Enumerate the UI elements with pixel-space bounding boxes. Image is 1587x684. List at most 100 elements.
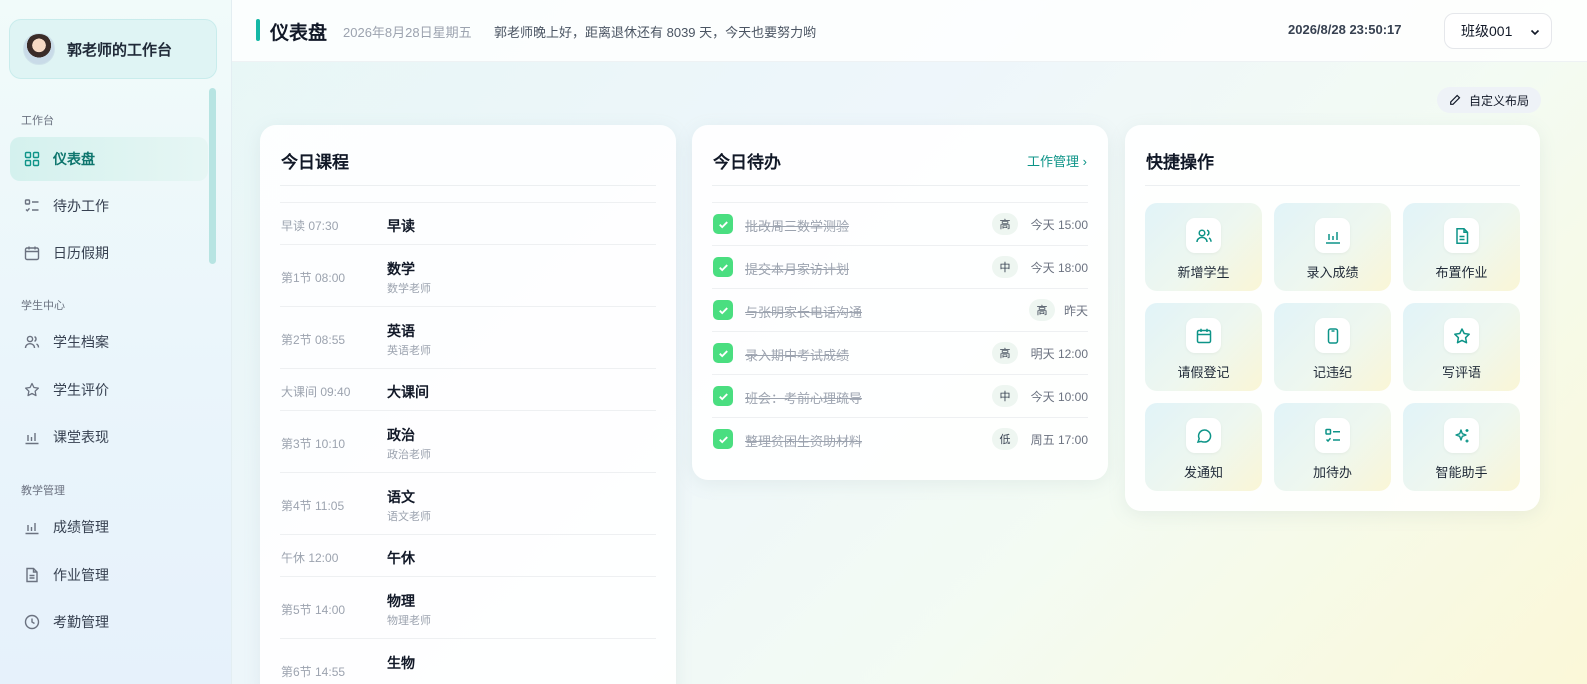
course-time: 第1节 08:00 (281, 271, 346, 285)
sidebar-item-label: 仪表盘 (53, 151, 95, 167)
calendar-icon (23, 244, 41, 262)
todo-item[interactable]: 录入期中考试成绩 高 明天 12:00 (712, 331, 1088, 374)
custom-layout-label: 自定义布局 (1469, 93, 1530, 108)
users-icon (23, 333, 41, 351)
course-time: 第3节 10:10 (281, 437, 346, 451)
sidebar-scrollbar[interactable] (209, 88, 216, 264)
sidebar-item-label: 课堂表现 (53, 429, 109, 445)
sidebar-item-todo[interactable]: 待办工作 (10, 184, 208, 228)
course-teacher: 语文老师 (387, 511, 431, 523)
course-time: 第5节 14:00 (281, 603, 346, 617)
todo-checkbox[interactable] (713, 429, 733, 449)
sidebar-item-calendar[interactable]: 日历假期 (10, 231, 208, 275)
todo-text: 与张明家长电话沟通 (745, 305, 863, 320)
sidebar-item-label: 成绩管理 (53, 519, 109, 535)
quick-action-ai-assistant[interactable]: 智能助手 (1403, 403, 1520, 491)
course-teacher: 英语老师 (387, 345, 431, 357)
sidebar-item-attendance[interactable]: 考勤管理 (10, 600, 208, 644)
todo-text: 整理贫困生资助材料 (745, 434, 863, 449)
nav-section-students: 学生中心 (21, 300, 65, 312)
bar-chart-icon (1315, 218, 1350, 253)
priority-badge: 高 (992, 342, 1018, 364)
course-row[interactable]: 第1节 08:00 数学 数学老师 (280, 244, 656, 306)
course-name: 语文 (387, 489, 415, 505)
todo-due: 明天 12:00 (1030, 347, 1088, 361)
quick-action-record-violation[interactable]: 记违纪 (1274, 303, 1391, 391)
todo-checkbox[interactable] (713, 257, 733, 277)
card-divider (1145, 185, 1520, 186)
quick-action-send-notice[interactable]: 发通知 (1145, 403, 1262, 491)
quick-actions-title: 快捷操作 (1146, 153, 1214, 172)
todo-item[interactable]: 提交本月家访计划 中 今天 18:00 (712, 245, 1088, 288)
course-row[interactable]: 早读 07:30 早读 (280, 202, 656, 244)
document-icon (23, 566, 41, 584)
sidebar-item-grades[interactable]: 成绩管理 (10, 505, 208, 549)
course-row[interactable]: 第2节 08:55 英语 英语老师 (280, 306, 656, 368)
quick-action-write-comment[interactable]: 写评语 (1403, 303, 1520, 391)
course-row[interactable]: 第3节 10:10 政治 政治老师 (280, 410, 656, 472)
sidebar-item-homework[interactable]: 作业管理 (10, 553, 208, 597)
course-row[interactable]: 大课间 09:40 大课间 (280, 368, 656, 410)
todo-text: 提交本月家访计划 (745, 262, 850, 277)
header-date: 2026年8月28日星期五 (343, 25, 472, 40)
quick-action-label: 发通知 (1183, 465, 1223, 480)
course-name: 政治 (387, 427, 415, 443)
course-name: 生物 (387, 655, 415, 671)
sidebar-item-label: 学生评价 (53, 382, 109, 398)
todo-checkbox[interactable] (713, 386, 733, 406)
course-teacher: 数学老师 (387, 283, 431, 295)
sidebar-item-label: 学生档案 (53, 334, 109, 350)
sidebar-item-student-evaluation[interactable]: 学生评价 (10, 368, 208, 412)
todo-item[interactable]: 批改周三数学测验 高 今天 15:00 (712, 202, 1088, 245)
todo-item[interactable]: 整理贫困生资助材料 低 周五 17:00 (712, 417, 1088, 460)
todo-card: 今日待办 工作管理 › 批改周三数学测验 高 今天 15:00 提交本月家访计划… (692, 125, 1108, 480)
course-row[interactable]: 第4节 11:05 语文 语文老师 (280, 472, 656, 534)
sidebar-item-dashboard[interactable]: 仪表盘 (10, 137, 208, 181)
course-name: 大课间 (387, 384, 429, 400)
todo-checkbox[interactable] (713, 343, 733, 363)
quick-action-add-todo[interactable]: 加待办 (1274, 403, 1391, 491)
todo-checkbox[interactable] (713, 214, 733, 234)
sidebar-item-class-performance[interactable]: 课堂表现 (10, 415, 208, 459)
sidebar-item-label: 待办工作 (53, 198, 109, 214)
work-management-link[interactable]: 工作管理 › (1027, 151, 1087, 170)
custom-layout-button[interactable]: 自定义布局 (1437, 87, 1541, 113)
course-row[interactable]: 第5节 14:00 物理 物理老师 (280, 576, 656, 638)
courses-card: 今日课程 早读 07:30 早读 第1节 08:00 数学 数学老师 第2节 0… (260, 125, 676, 684)
todo-text: 录入期中考试成绩 (745, 348, 850, 363)
course-time: 第4节 11:05 (281, 499, 345, 513)
todo-item[interactable]: 与张明家长电话沟通 高 昨天 (712, 288, 1088, 331)
todo-checkbox[interactable] (713, 300, 733, 320)
todo-item[interactable]: 班会：考前心理疏导 中 今天 10:00 (712, 374, 1088, 417)
quick-action-label: 录入成绩 (1306, 265, 1359, 280)
card-divider (280, 185, 656, 186)
sidebar: 郭老师的工作台 工作台 仪表盘 待办工作 日历假期 学生中心 学生档案 学生评价 (0, 0, 232, 684)
sidebar-item-student-profiles[interactable]: 学生档案 (10, 320, 208, 364)
class-select-value: 班级001 (1461, 23, 1513, 39)
courses-title: 今日课程 (281, 153, 349, 172)
quick-action-enter-grades[interactable]: 录入成绩 (1274, 203, 1391, 291)
course-teacher: 物理老师 (387, 615, 431, 627)
quick-action-add-student[interactable]: 新增学生 (1145, 203, 1262, 291)
todo-due: 今天 15:00 (1030, 218, 1088, 232)
header-greeting: 郭老师晚上好，距离退休还有 8039 天，今天也要努力哟 (494, 25, 817, 40)
priority-badge: 中 (992, 385, 1018, 407)
course-row[interactable]: 第6节 14:55 生物 (280, 638, 656, 684)
page-title: 仪表盘 (270, 23, 328, 44)
brand-card[interactable]: 郭老师的工作台 (9, 19, 217, 79)
todo-title: 今日待办 (713, 153, 781, 172)
message-icon (1186, 418, 1221, 453)
course-row[interactable]: 午休 12:00 午休 (280, 534, 656, 576)
card-divider (712, 185, 1088, 186)
sidebar-item-label: 作业管理 (53, 567, 109, 583)
quick-action-label: 写评语 (1441, 365, 1481, 380)
quick-action-leave-register[interactable]: 请假登记 (1145, 303, 1262, 391)
star-icon (23, 381, 41, 399)
sidebar-item-label: 考勤管理 (53, 614, 109, 630)
class-select[interactable]: 班级001 (1444, 13, 1552, 49)
course-name: 数学 (387, 261, 415, 277)
bar-chart-icon (23, 428, 41, 446)
course-time: 午休 12:00 (281, 551, 339, 565)
quick-action-assign-homework[interactable]: 布置作业 (1403, 203, 1520, 291)
checklist-icon (23, 197, 41, 215)
